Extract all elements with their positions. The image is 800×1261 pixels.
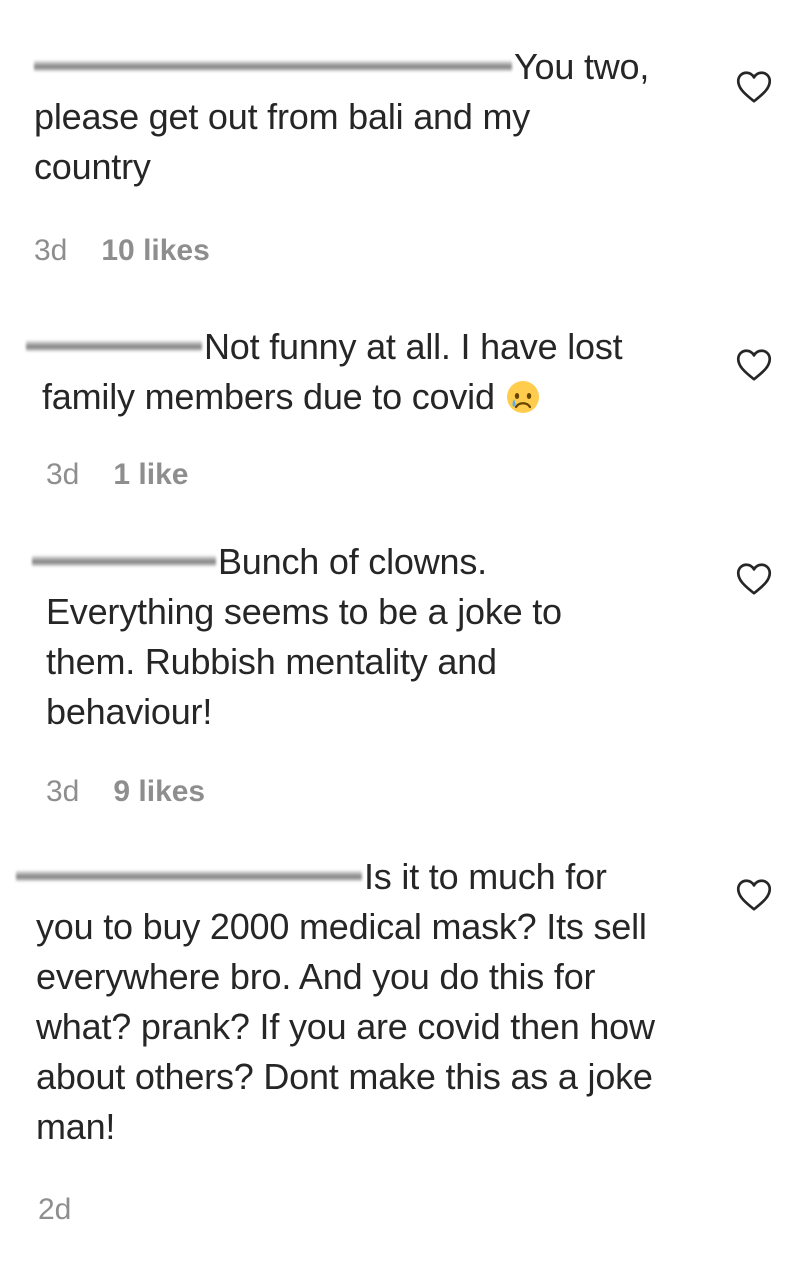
crying-face-emoji — [505, 378, 541, 414]
comment-time[interactable]: 3d — [34, 234, 67, 268]
likes-count[interactable]: 10 likes — [101, 234, 209, 268]
comment-text: Bunch of clowns. Everything seems to be … — [32, 537, 712, 737]
comment-rest: Everything seems to be a joke to them. R… — [46, 591, 562, 732]
redacted-username — [26, 340, 202, 353]
likes-count[interactable]: 9 likes — [113, 775, 205, 809]
comment-rest: you to buy 2000 medical mask? Its sell e… — [36, 906, 655, 1147]
comment-4: Is it to much for you to buy 2000 medica… — [16, 852, 696, 1152]
comment-text: Is it to much for you to buy 2000 medica… — [16, 852, 696, 1152]
comment-first-line: Is it to much for — [364, 856, 607, 897]
comment-first-line: You two, — [514, 46, 650, 87]
comment-meta: 3d 9 likes — [46, 775, 205, 809]
comment-2: Not funny at all. I have lost family mem… — [26, 322, 706, 422]
comment-meta: 3d 10 likes — [34, 234, 210, 268]
heart-outline-icon[interactable] — [736, 562, 772, 596]
comment-meta: 3d 1 like — [46, 458, 188, 492]
likes-count[interactable]: 1 like — [113, 458, 188, 492]
comment-time[interactable]: 2d — [38, 1193, 71, 1227]
comment-rest: please get out from bali and my country — [34, 96, 531, 187]
comment-first-line: Not funny at all. I have lost — [204, 326, 623, 367]
comment-text: You two, please get out from bali and my… — [34, 42, 714, 192]
heart-outline-icon[interactable] — [736, 878, 772, 912]
comment-rest: family members due to covid — [42, 376, 495, 417]
comment-3: Bunch of clowns. Everything seems to be … — [32, 537, 712, 737]
comment-text: Not funny at all. I have lost family mem… — [26, 322, 706, 422]
heart-outline-icon[interactable] — [736, 348, 772, 382]
comment-time[interactable]: 3d — [46, 775, 79, 809]
redacted-username — [32, 555, 216, 568]
comment-first-line: Bunch of clowns. — [218, 541, 487, 582]
redacted-username — [16, 870, 362, 883]
comment-meta: 2d — [38, 1193, 71, 1227]
heart-outline-icon[interactable] — [736, 70, 772, 104]
comment-time[interactable]: 3d — [46, 458, 79, 492]
redacted-username — [34, 60, 512, 73]
comment-1: You two, please get out from bali and my… — [34, 42, 714, 192]
